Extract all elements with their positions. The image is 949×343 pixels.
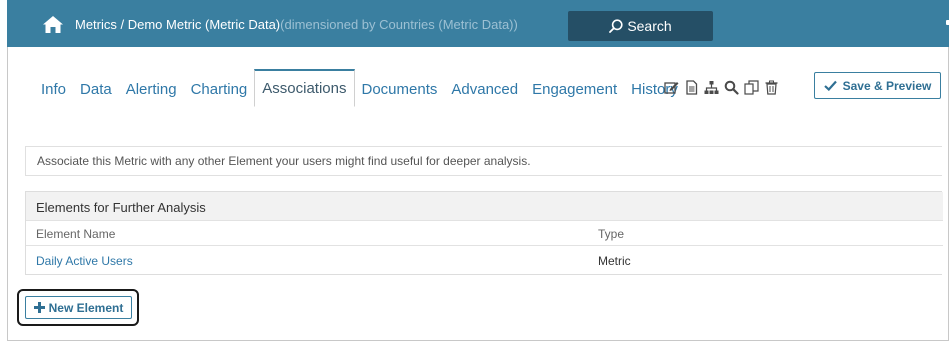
search-button-label: Search [627, 18, 672, 34]
tab-charting[interactable]: Charting [184, 69, 255, 107]
toolbar-icons [663, 79, 779, 95]
top-navigation-bar: Metrics / Demo Metric (Metric Data)(dime… [7, 0, 949, 47]
tab-engagement[interactable]: Engagement [525, 69, 624, 107]
tab-info[interactable]: Info [34, 69, 73, 107]
elements-panel: Elements for Further Analysis Element Na… [25, 191, 943, 275]
search-button[interactable]: Search [568, 11, 713, 41]
tab-bar: Info Data Alerting Charting Associations… [34, 69, 685, 107]
table-row: Daily Active Users Metric [26, 246, 943, 275]
search-icon[interactable] [723, 79, 739, 95]
breadcrumb: Metrics / Demo Metric (Metric Data)(dime… [75, 17, 518, 32]
search-icon [609, 19, 623, 33]
column-header-type: Type [598, 227, 625, 241]
tab-advanced[interactable]: Advanced [444, 69, 525, 107]
table-header-row: Element Name Type [26, 221, 943, 246]
new-element-button[interactable]: New Element [25, 296, 132, 319]
breadcrumb-path[interactable]: Metrics / Demo Metric (Metric Data) [75, 17, 280, 32]
info-message: Associate this Metric with any other Ele… [37, 154, 531, 168]
copy-icon[interactable] [743, 79, 759, 95]
elements-panel-title: Elements for Further Analysis [36, 200, 206, 215]
home-icon[interactable] [43, 16, 63, 33]
save-and-preview-button[interactable]: Save & Preview [814, 72, 941, 99]
new-element-highlight: New Element [17, 289, 139, 326]
hierarchy-icon[interactable] [703, 79, 719, 95]
column-header-element-name: Element Name [36, 227, 116, 241]
save-and-preview-label: Save & Preview [842, 78, 932, 93]
tab-associations[interactable]: Associations [254, 69, 355, 107]
tab-data[interactable]: Data [73, 69, 119, 107]
new-element-label: New Element [48, 300, 124, 315]
info-message-box: Associate this Metric with any other Ele… [25, 146, 942, 176]
tab-alerting[interactable]: Alerting [119, 69, 184, 107]
elements-panel-header: Elements for Further Analysis [26, 192, 943, 221]
checkmark-icon [823, 80, 837, 91]
trash-icon[interactable] [763, 79, 779, 95]
tab-documents[interactable]: Documents [355, 69, 445, 107]
element-type: Metric [598, 254, 631, 268]
document-icon[interactable] [683, 79, 699, 95]
plus-icon [33, 302, 45, 313]
element-name-link[interactable]: Daily Active Users [36, 254, 133, 268]
edit-icon[interactable] [663, 79, 679, 95]
breadcrumb-dimension: (dimensioned by Countries (Metric Data)) [280, 17, 518, 32]
